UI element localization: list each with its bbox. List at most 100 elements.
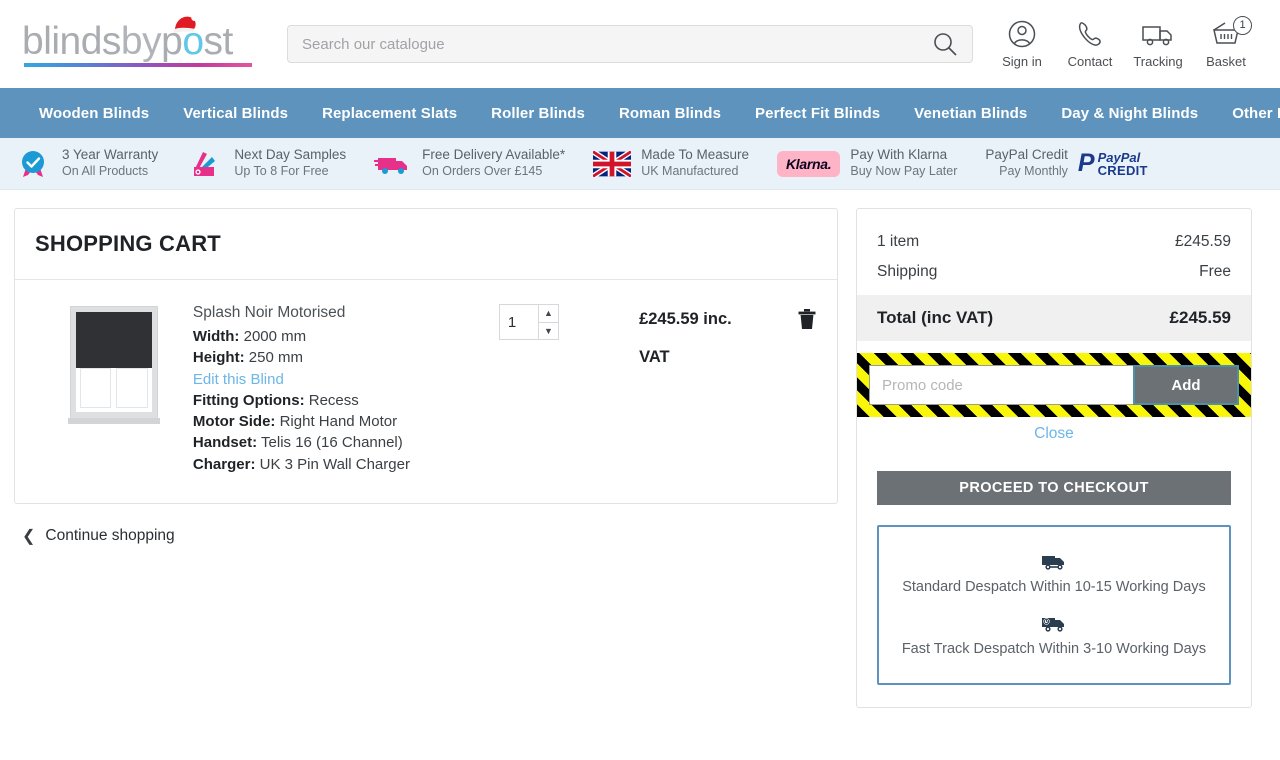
spec-height-value: 250 mm xyxy=(248,349,303,367)
despatch-fast-track-text: Fast Track Despatch Within 3-10 Working … xyxy=(901,641,1207,657)
phone-icon xyxy=(1075,19,1105,49)
despatch-fast-track: Fast Track Despatch Within 3-10 Working … xyxy=(891,615,1217,657)
nav-item-perfect-fit-blinds[interactable]: Perfect Fit Blinds xyxy=(738,105,897,122)
usp-mtm-line1: Made To Measure xyxy=(641,147,749,163)
tracking-button[interactable]: Tracking xyxy=(1124,19,1192,69)
window-pane-left xyxy=(79,368,112,408)
logo-text-by: by xyxy=(120,19,162,63)
usp-samples-line1: Next Day Samples xyxy=(234,147,347,163)
summary-items-label: 1 item xyxy=(877,233,920,250)
spec-handset-value: Telis 16 (16 Channel) xyxy=(261,434,403,452)
search-icon[interactable] xyxy=(932,31,958,57)
usp-klarna-line2: Buy Now Pay Later xyxy=(850,164,958,179)
spec-height-label: Height: xyxy=(192,349,245,367)
edit-blind-link[interactable]: Edit this Blind xyxy=(193,369,499,390)
spec-charger-label: Charger: xyxy=(192,455,256,473)
search-area xyxy=(272,25,988,63)
paypal-credit-logo: P PayPal CREDIT xyxy=(1078,151,1148,177)
basket-count-badge: 1 xyxy=(1233,16,1252,35)
basket-label: Basket xyxy=(1206,54,1246,69)
site-logo[interactable]: blindsbypost xyxy=(14,14,272,67)
summary-total-value: £245.59 xyxy=(1169,308,1231,327)
logo-text-blinds: blinds xyxy=(22,19,121,63)
spec-motor-value: Right Hand Motor xyxy=(279,413,398,431)
page-title: SHOPPING CART xyxy=(15,209,837,280)
usp-paypal-line1: PayPal Credit xyxy=(985,147,1068,163)
usp-warranty: 3 Year Warranty On All Products xyxy=(0,147,172,180)
promo-code-input[interactable] xyxy=(869,365,1133,405)
summary-total-label: Total (inc VAT) xyxy=(877,308,994,327)
quantity-increase-button[interactable]: ▲ xyxy=(538,305,558,323)
contact-label: Contact xyxy=(1067,54,1113,69)
nav-item-venetian-blinds[interactable]: Venetian Blinds xyxy=(897,105,1044,122)
nav-item-vertical-blinds[interactable]: Vertical Blinds xyxy=(166,105,305,122)
product-thumbnail-cell xyxy=(35,302,193,475)
site-header: blindsbypost Search our catalogue Sign i… xyxy=(0,0,1280,88)
summary-shipping-label: Shipping xyxy=(877,263,938,280)
usp-samples: Next Day Samples Up To 8 For Free xyxy=(172,147,360,180)
order-summary-column: 1 item £245.59 Shipping Free Total (inc … xyxy=(856,208,1252,708)
usp-paypal-line2: Pay Monthly xyxy=(999,164,1068,179)
despatch-standard-text: Standard Despatch Within 10-15 Working D… xyxy=(902,579,1206,595)
nav-item-roman-blinds[interactable]: Roman Blinds xyxy=(602,105,738,122)
klarna-logo: Klarna. xyxy=(777,150,841,177)
nav-item-day-and-night-blinds[interactable]: Day & Night Blinds xyxy=(1044,105,1215,122)
continue-shopping-link[interactable]: ❮ Continue shopping xyxy=(14,526,838,546)
spec-motor-side: Motor Side: Right Hand Motor xyxy=(193,411,499,432)
contact-button[interactable]: Contact xyxy=(1056,19,1124,69)
usp-samples-line2: Up To 8 For Free xyxy=(234,164,329,179)
promo-close-link[interactable]: Close xyxy=(877,425,1231,443)
logo-gradient-underline xyxy=(24,62,252,67)
summary-items-value: £245.59 xyxy=(1174,233,1231,250)
spec-handset-label: Handset: xyxy=(192,434,258,452)
basket-button[interactable]: 1 Basket xyxy=(1192,16,1260,69)
usp-delivery-line1: Free Delivery Available* xyxy=(422,147,566,163)
usp-paypal-credit: PayPal Credit Pay Monthly P PayPal CREDI… xyxy=(971,147,1161,180)
window-pane-right xyxy=(116,368,148,408)
spec-fitting-options: Fitting Options: Recess xyxy=(193,390,499,411)
continue-shopping-label: Continue shopping xyxy=(45,527,175,545)
fast-van-icon xyxy=(891,615,1217,633)
search-box[interactable] xyxy=(287,25,973,63)
spec-fitting-label: Fitting Options: xyxy=(192,391,305,409)
roller-blind-thumbnail xyxy=(67,306,160,424)
logo-wordmark: blindsbypost xyxy=(22,14,234,63)
promo-code-row: Add xyxy=(869,365,1239,405)
remove-cell xyxy=(797,302,817,475)
blind-fabric xyxy=(75,312,152,368)
summary-row-items: 1 item £245.59 xyxy=(877,227,1231,257)
summary-total-row: Total (inc VAT) £245.59 xyxy=(857,295,1251,341)
proceed-to-checkout-button[interactable]: PROCEED TO CHECKOUT xyxy=(877,471,1231,505)
item-price-line1: £245.59 inc. xyxy=(639,310,732,328)
summary-shipping-value: Free xyxy=(1199,263,1231,280)
trash-icon[interactable] xyxy=(797,309,817,334)
quantity-input[interactable] xyxy=(499,305,538,339)
nav-item-replacement-slats[interactable]: Replacement Slats xyxy=(305,105,474,122)
cart-column: SHOPPING CART Splash Noir Motorised Widt… xyxy=(14,208,838,546)
tracking-label: Tracking xyxy=(1133,54,1183,69)
search-input[interactable] xyxy=(302,35,932,53)
paypal-logo-word1: PayPal xyxy=(1097,149,1141,165)
spec-width: Width: 2000 mm xyxy=(193,326,499,347)
nav-item-other-blinds[interactable]: Other Blinds xyxy=(1215,105,1280,122)
promo-add-button[interactable]: Add xyxy=(1133,365,1239,405)
main-navigation: Wooden Blinds Vertical Blinds Replacemen… xyxy=(0,88,1280,138)
spec-motor-label: Motor Side: xyxy=(192,413,276,431)
nav-item-roller-blinds[interactable]: Roller Blinds xyxy=(474,105,602,122)
sign-in-label: Sign in xyxy=(1002,54,1042,69)
quantity-decrease-button[interactable]: ▼ xyxy=(538,322,558,339)
nav-item-wooden-blinds[interactable]: Wooden Blinds xyxy=(22,105,166,122)
quantity-cell: ▲ ▼ xyxy=(498,302,639,475)
promo-code-highlight-annotation: Add xyxy=(857,353,1251,417)
logo-text-st: st xyxy=(203,19,234,63)
sign-in-button[interactable]: Sign in xyxy=(988,19,1056,69)
quantity-stepper[interactable]: ▲ ▼ xyxy=(498,304,559,340)
item-price-line2: VAT xyxy=(639,348,670,367)
spec-handset: Handset: Telis 16 (16 Channel) xyxy=(193,432,499,453)
cart-row: Splash Noir Motorised Width: 2000 mm Hei… xyxy=(15,280,837,503)
rosette-check-icon xyxy=(14,149,52,179)
van-icon xyxy=(891,553,1217,571)
despatch-standard: Standard Despatch Within 10-15 Working D… xyxy=(891,553,1217,595)
window-sill xyxy=(67,418,160,424)
union-jack-icon xyxy=(593,149,632,179)
